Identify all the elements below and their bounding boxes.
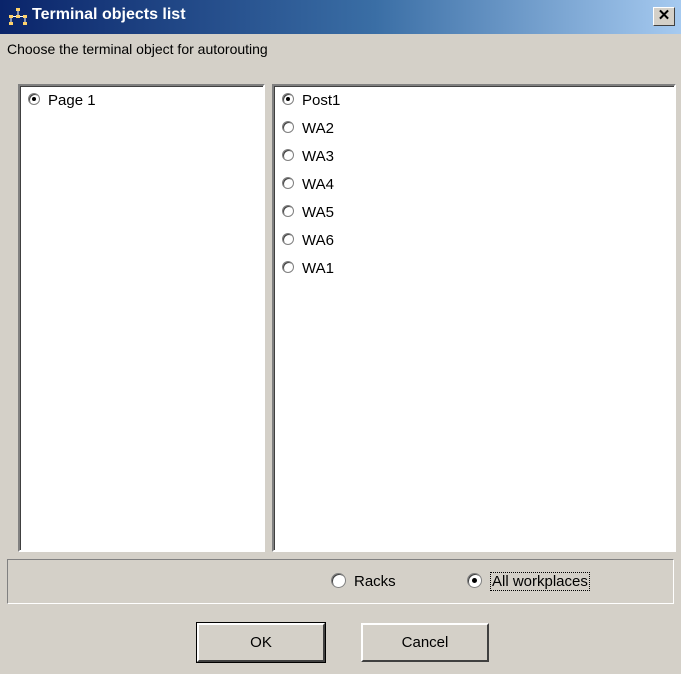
object-item-wa2[interactable]: WA2	[282, 117, 334, 143]
filter-options: Racks All workplaces	[7, 559, 674, 604]
object-label: WA2	[302, 120, 334, 137]
dialog-window: Terminal objects list ✕ Choose the termi…	[0, 0, 681, 674]
terminal-objects-list: Post1 WA2 WA3 WA4 WA5 WA6 WA1	[272, 84, 676, 552]
radio-icon	[282, 233, 294, 246]
all-workplaces-radio[interactable]: All workplaces	[467, 572, 590, 591]
close-icon: ✕	[657, 7, 671, 24]
object-label: WA5	[302, 204, 334, 221]
object-label: WA4	[302, 176, 334, 193]
radio-icon	[331, 572, 346, 588]
page-label: Page 1	[48, 92, 96, 109]
radio-icon	[282, 121, 294, 134]
object-item-post1[interactable]: Post1	[282, 89, 340, 115]
page-item[interactable]: Page 1	[28, 89, 96, 115]
pages-list: Page 1	[18, 84, 265, 552]
radio-icon	[28, 93, 40, 106]
title-bar[interactable]: Terminal objects list ✕	[0, 0, 681, 34]
object-label: Post1	[302, 92, 341, 109]
object-item-wa1[interactable]: WA1	[282, 257, 334, 283]
object-item-wa4[interactable]: WA4	[282, 173, 334, 199]
object-label: WA3	[302, 148, 334, 165]
close-button[interactable]: ✕	[653, 7, 675, 26]
object-label: WA1	[302, 260, 334, 277]
cancel-button[interactable]: Cancel	[361, 623, 489, 662]
racks-radio[interactable]: Racks	[331, 572, 396, 591]
radio-icon	[282, 205, 294, 218]
object-item-wa5[interactable]: WA5	[282, 201, 334, 227]
ok-button[interactable]: OK	[196, 622, 326, 663]
object-item-wa6[interactable]: WA6	[282, 229, 334, 255]
all-workplaces-label: All workplaces	[490, 572, 590, 591]
radio-icon	[282, 177, 294, 190]
radio-icon	[282, 93, 294, 106]
radio-icon	[282, 261, 294, 274]
object-item-wa3[interactable]: WA3	[282, 145, 334, 171]
network-icon	[8, 7, 28, 27]
racks-label: Racks	[354, 573, 396, 590]
object-label: WA6	[302, 232, 334, 249]
radio-icon	[282, 149, 294, 162]
window-title: Terminal objects list	[32, 6, 186, 23]
radio-icon	[467, 572, 482, 588]
prompt-text: Choose the terminal object for autorouti…	[7, 41, 268, 57]
